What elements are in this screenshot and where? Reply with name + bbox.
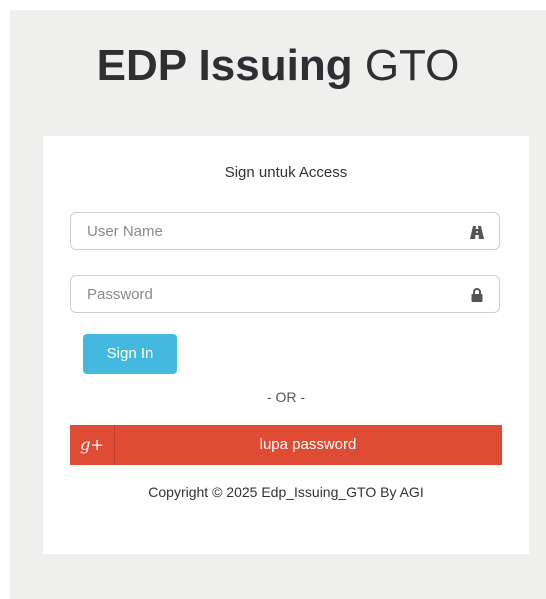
forgot-password-label: lupa password — [259, 436, 357, 453]
signin-button[interactable]: Sign In — [83, 334, 177, 374]
title-light: GTO — [364, 41, 460, 90]
password-placeholder: Password — [87, 286, 153, 303]
road-icon — [470, 226, 484, 239]
username-placeholder: User Name — [87, 223, 163, 240]
forgot-password-button[interactable]: g+ lupa password — [70, 425, 502, 465]
copyright-text: Copyright © 2025 Edp_Issuing_GTO By AGI — [148, 484, 424, 500]
title-bold: EDP Issuing — [96, 41, 353, 90]
username-field[interactable]: User Name — [70, 212, 500, 250]
login-subtitle: Sign untuk Access — [224, 164, 348, 181]
password-field[interactable]: Password — [70, 275, 500, 313]
page-title: EDP Issuing GTO — [10, 40, 546, 92]
lock-icon — [471, 288, 483, 302]
google-plus-icon: g+ — [70, 425, 115, 465]
or-separator: - OR - — [266, 389, 306, 405]
